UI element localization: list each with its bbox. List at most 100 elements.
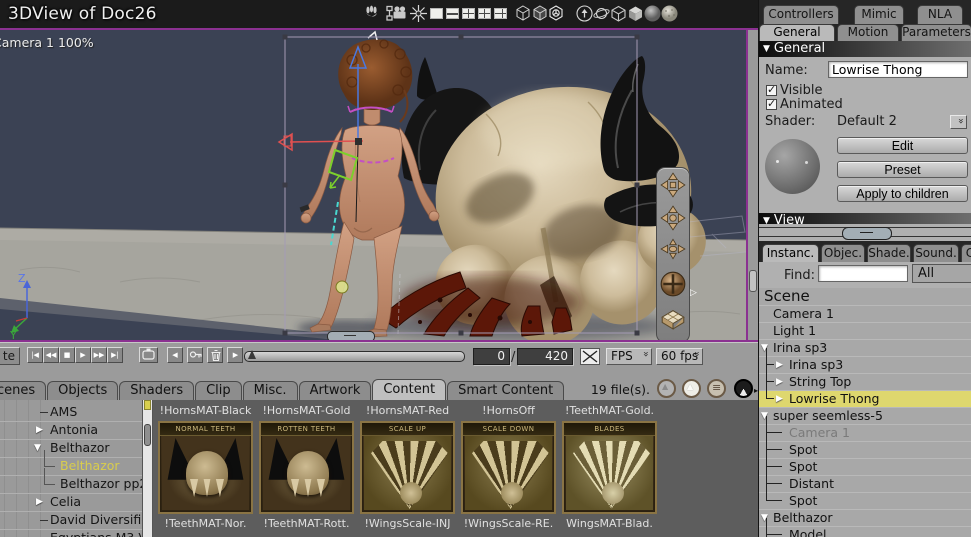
frame-rate-dropdown[interactable]: 60 fps — [656, 348, 703, 365]
layout-rows-icon[interactable] — [446, 8, 459, 19]
transport-button[interactable]: ▶| — [107, 347, 123, 363]
trackball-icon[interactable] — [659, 268, 687, 300]
transport-button[interactable]: |◀ — [27, 347, 43, 363]
content-tree-item[interactable]: Celia — [0, 494, 142, 512]
content-tree-item[interactable]: David Diversified — [0, 512, 142, 530]
thumbnail-label[interactable]: !TeethMAT-Gold. — [559, 402, 660, 420]
hand-tool-icon[interactable] — [363, 5, 380, 22]
content-tree-item[interactable]: Antonia — [0, 422, 142, 440]
thumbnail-label[interactable]: !WingsScale-INJ — [357, 515, 458, 533]
dock-tab[interactable]: Artwork — [298, 381, 372, 400]
dock-tab[interactable]: Smart Content — [447, 381, 565, 400]
scene-tree-item[interactable]: Irina sp3 — [759, 348, 971, 374]
panel-sub-tab[interactable]: Motion — [837, 24, 899, 41]
edit-button[interactable]: Edit — [837, 137, 968, 154]
scene-tree-item[interactable]: Model — [759, 518, 971, 537]
panel-tab[interactable]: NLA — [917, 5, 963, 24]
content-tree-item[interactable]: Belthazor pp2 — [0, 468, 142, 494]
viewport-titlebar[interactable]: 3DView of Doc26 — [0, 0, 758, 28]
content-tree-item[interactable]: AMS — [0, 404, 142, 422]
list-view-icon[interactable] — [707, 379, 726, 398]
add-key-icon[interactable] — [187, 347, 204, 363]
thumbnail-label[interactable]: !HornsOff — [458, 402, 559, 420]
layout-quad-icon[interactable] — [478, 8, 491, 19]
dock-tab[interactable]: Shaders — [119, 381, 195, 400]
sphere-flat-icon[interactable] — [644, 5, 661, 22]
thumbnail-label[interactable]: !TeethMAT-Rott. — [256, 515, 357, 533]
scene-tree-item[interactable]: Camera 1 — [759, 416, 971, 442]
content-tree-item[interactable]: Egyptians M3 V — [0, 530, 142, 537]
transport-button[interactable]: ◀◀ — [43, 347, 59, 363]
content-tree-scrollbar[interactable] — [142, 400, 153, 537]
playhead[interactable] — [248, 350, 256, 359]
dock-tab[interactable]: Objects — [47, 381, 119, 400]
nav-up-white-icon[interactable] — [682, 379, 701, 398]
pan-icon[interactable] — [659, 202, 687, 234]
transport-button[interactable]: ▶ — [75, 347, 91, 363]
transport-button[interactable]: ■ — [59, 347, 75, 363]
shader-dropdown-button[interactable] — [950, 115, 967, 129]
scene-tree-item[interactable]: Spot — [759, 484, 971, 510]
panel-tab[interactable]: Controllers — [763, 5, 839, 24]
transport-button[interactable]: ▶▶ — [91, 347, 107, 363]
timeline-scrubber[interactable] — [244, 350, 465, 362]
panel-sub-tab[interactable]: Parameters — [901, 24, 971, 41]
visible-checkbox-checked-icon[interactable] — [766, 83, 777, 96]
current-frame-field[interactable]: 0 — [473, 348, 510, 365]
scene-root-item[interactable]: Scene — [759, 288, 971, 306]
thumbnail-label[interactable]: WingsMAT-Blad. — [559, 515, 660, 533]
apply-to-children-button[interactable]: Apply to children — [837, 185, 968, 202]
render-burst-icon[interactable] — [410, 5, 427, 22]
browser-tab[interactable]: C — [961, 244, 971, 262]
layout-corner-icon[interactable] — [494, 8, 507, 19]
browser-tab[interactable]: Instanc. — [762, 244, 819, 262]
browser-tab[interactable]: Objec. — [821, 244, 865, 262]
scene-tree-item[interactable]: Spot — [759, 433, 971, 459]
partial-button[interactable]: te — [0, 347, 20, 365]
thumbnail-label[interactable]: !HornsMAT-Gold — [256, 402, 357, 420]
wire-sphere-icon[interactable] — [548, 5, 565, 22]
view-section-header[interactable]: View — [759, 213, 971, 224]
browser-tab[interactable]: Shade. — [867, 244, 911, 262]
total-frames-field[interactable]: 420 — [517, 348, 573, 365]
content-thumbnail[interactable]: NORMAL TEETH — [158, 421, 253, 514]
vertical-splitter-handle[interactable] — [749, 270, 757, 292]
loop-range-icon[interactable] — [139, 347, 158, 363]
scene-tree-item[interactable]: Lowrise Thong — [759, 382, 971, 408]
layout-single-icon[interactable] — [430, 8, 443, 19]
viewport-splitter-handle[interactable] — [327, 331, 375, 340]
content-tree-item[interactable]: Belthazor — [0, 440, 142, 458]
dock-tab[interactable]: cenes — [0, 381, 47, 400]
general-section-header[interactable]: General — [759, 41, 971, 57]
nav-up-gray-icon[interactable] — [657, 379, 676, 398]
scene-tree-item[interactable]: Camera 1 — [759, 306, 971, 323]
dock-tab[interactable]: Content — [372, 379, 447, 400]
camera-icon[interactable] — [392, 5, 409, 22]
scene-tree-item[interactable]: Distant — [759, 467, 971, 493]
3d-viewport[interactable]: Z Y Camera 1 100% ▷ — [0, 30, 748, 340]
scene-tree-item[interactable]: Light 1 — [759, 323, 971, 340]
browser-tab[interactable]: Sound. — [913, 244, 959, 262]
content-thumbnail[interactable]: SCALE DOWN — [461, 421, 556, 514]
scene-tree-item[interactable]: Irina sp3 — [759, 340, 971, 357]
find-input[interactable] — [818, 265, 908, 282]
sphere-textured-icon[interactable] — [661, 5, 678, 22]
prev-key-button[interactable]: ◀ — [167, 347, 183, 363]
pie-menu-icon[interactable] — [734, 379, 753, 398]
circle-arrow-up-icon[interactable] — [576, 5, 593, 22]
dolly-icon[interactable] — [659, 169, 687, 201]
content-thumbnail[interactable]: BLADES — [562, 421, 657, 514]
vertical-splitter[interactable] — [748, 30, 758, 340]
animated-checkbox-checked-icon[interactable] — [766, 97, 777, 110]
cube-solid-icon[interactable] — [627, 5, 644, 22]
shader-preview-sphere[interactable] — [765, 139, 820, 194]
clear-range-icon[interactable] — [580, 348, 600, 365]
thumbnail-label[interactable]: !TeethMAT-Nor. — [155, 515, 256, 533]
find-filter-dropdown[interactable]: All — [912, 264, 971, 283]
cube-outline-icon[interactable] — [610, 5, 627, 22]
scene-tree-item[interactable]: super seemless-5 — [759, 408, 971, 425]
bank-icon[interactable] — [659, 235, 687, 267]
name-field[interactable] — [828, 61, 968, 78]
thumbnail-label[interactable]: !WingsScale-RE. — [458, 515, 559, 533]
content-thumbnail[interactable]: SCALE UP — [360, 421, 455, 514]
